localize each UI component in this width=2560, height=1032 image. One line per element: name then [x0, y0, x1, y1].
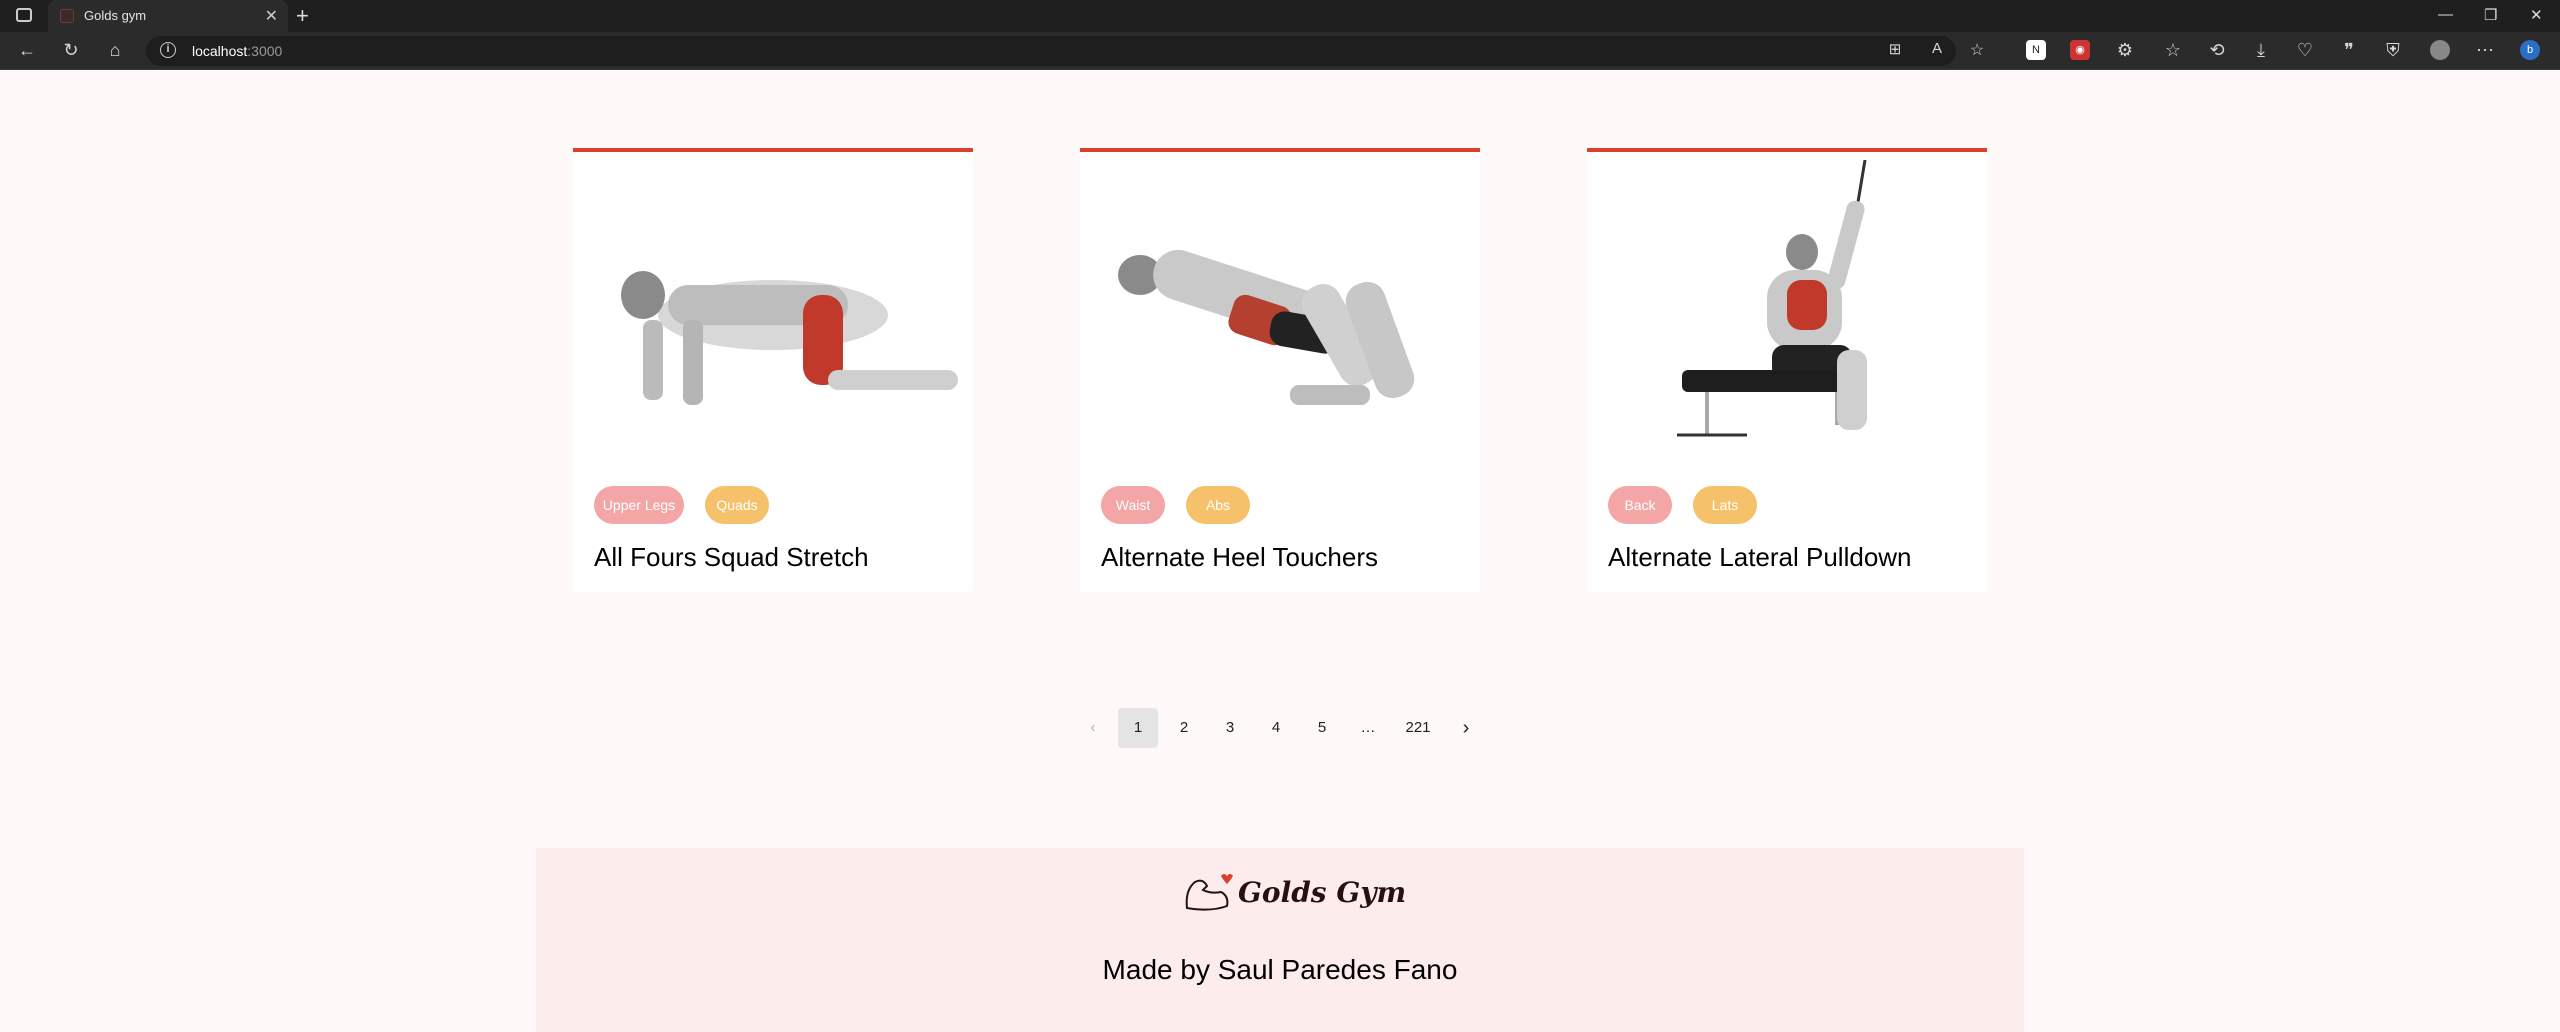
body-part-tag[interactable]: Back [1608, 486, 1672, 524]
favorites-icon[interactable]: ☆ [2162, 40, 2184, 61]
site-info-icon[interactable]: i [160, 42, 176, 58]
exercise-image [621, 271, 958, 405]
target-tag[interactable]: Lats [1693, 486, 1757, 524]
target-tag[interactable]: Abs [1186, 486, 1250, 524]
footer-credit: Made by Saul Paredes Fano [1102, 954, 1458, 985]
tab-title: Golds gym [84, 8, 147, 23]
exercise-card[interactable]: Waist Abs Alternate Heel Touchers [1080, 148, 1480, 592]
exercise-image [1677, 160, 1867, 437]
page-button-2[interactable]: 2 [1164, 708, 1204, 748]
page-button-last[interactable]: 221 [1394, 708, 1442, 748]
url-host: localhost [192, 43, 248, 59]
read-aloud-icon[interactable]: A [1926, 40, 1948, 57]
pagination-ellipsis: … [1360, 719, 1376, 736]
exercise-image [1118, 249, 1415, 405]
close-tab-icon[interactable]: ✕ [265, 6, 278, 26]
exercise-name: All Fours Squad Stretch [594, 542, 869, 572]
exercise-name: Alternate Heel Touchers [1101, 542, 1379, 572]
favicon-icon [60, 9, 74, 23]
address-bar[interactable]: i localhost:3000 ⊞ A ☆ [146, 36, 1984, 66]
body-part-tag[interactable]: Waist [1101, 486, 1165, 524]
page-button-3[interactable]: 3 [1210, 708, 1250, 748]
footer-brand: Golds Gym [1238, 876, 1407, 909]
browser-essentials-icon[interactable]: ⛨ [2382, 40, 2404, 61]
close-window-icon[interactable]: ✕ [2530, 6, 2543, 24]
extension-red-icon[interactable]: ◉ [2070, 40, 2090, 60]
new-tab-icon[interactable]: + [296, 3, 309, 29]
copilot-icon[interactable]: b [2520, 40, 2540, 60]
browser-tab-bar: Golds gym ✕ + — ❐ ✕ [0, 0, 2560, 32]
url-port: :3000 [247, 43, 283, 59]
exercise-card[interactable]: Back Lats Alternate Lateral Pulldown [1587, 148, 1987, 592]
body-part-tag[interactable]: Upper Legs [594, 486, 684, 524]
refresh-icon[interactable]: ↻ [60, 40, 82, 61]
quotes-icon[interactable]: ❞ [2338, 40, 2360, 61]
flexed-arm-logo-icon [1185, 874, 1233, 911]
favorite-star-icon[interactable]: ☆ [1966, 40, 1988, 60]
home-icon[interactable]: ⌂ [104, 40, 126, 61]
browser-tab[interactable]: Golds gym ✕ [48, 0, 288, 32]
extensions-icon[interactable]: ⚙ [2114, 40, 2136, 61]
next-page-icon[interactable]: › [1446, 708, 1486, 748]
target-tag[interactable]: Quads [705, 486, 769, 524]
performance-icon[interactable]: ♡ [2294, 40, 2316, 61]
page-button-5[interactable]: 5 [1302, 708, 1342, 748]
minimize-icon[interactable]: — [2438, 6, 2453, 23]
address-url: localhost:3000 [192, 43, 282, 59]
footer: Golds Gym Made by Saul Paredes Fano [536, 848, 2024, 1032]
downloads-icon[interactable]: ⤓ [2250, 40, 2272, 61]
exercise-card[interactable]: Upper Legs Quads All Fours Squad Stretch [573, 148, 973, 592]
back-icon[interactable]: ← [16, 40, 38, 61]
profile-avatar[interactable] [2430, 40, 2450, 60]
page-button-4[interactable]: 4 [1256, 708, 1296, 748]
restore-icon[interactable]: ❐ [2484, 6, 2497, 24]
settings-more-icon[interactable]: ⋯ [2474, 40, 2496, 61]
exercise-name: Alternate Lateral Pulldown [1608, 542, 1912, 572]
page-button-1[interactable]: 1 [1118, 708, 1158, 748]
app-available-icon[interactable]: ⊞ [1884, 40, 1906, 58]
browser-toolbar: ← ↻ ⌂ i localhost:3000 ⊞ A ☆ N ◉ ⚙ ☆ ⟲ ⤓… [0, 32, 2560, 70]
extension-notion-icon[interactable]: N [2026, 40, 2046, 60]
history-icon[interactable]: ⟲ [2206, 40, 2228, 61]
tab-actions-icon[interactable] [16, 8, 32, 22]
prev-page-icon[interactable]: ‹ [1073, 708, 1113, 748]
